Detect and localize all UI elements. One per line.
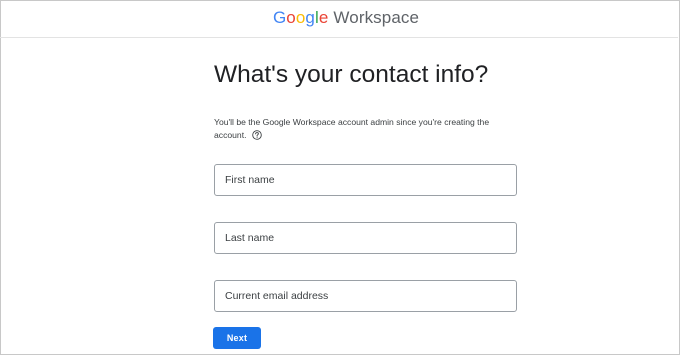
logo-letter: G [272, 7, 287, 27]
logo-product-name: Workspace [333, 7, 420, 27]
logo-letter: o [286, 7, 296, 27]
header: G o o g l e Workspace [0, 0, 678, 38]
last-name-field [214, 222, 517, 254]
first-name-field [214, 164, 517, 196]
next-button[interactable]: Next [213, 327, 261, 349]
first-name-input[interactable] [215, 165, 516, 195]
email-field [214, 280, 517, 312]
google-workspace-logo: G o o g l e Workspace [273, 8, 419, 28]
logo-letter: e [318, 7, 329, 27]
page-title: What's your contact info? [214, 61, 489, 88]
current-email-input[interactable] [215, 281, 516, 311]
info-text-block: You'll be the Google Workspace account a… [214, 116, 514, 142]
help-circle-icon[interactable] [252, 130, 262, 140]
last-name-input[interactable] [215, 223, 516, 253]
logo-letter: o [295, 7, 306, 27]
logo-letter: g [305, 7, 315, 27]
